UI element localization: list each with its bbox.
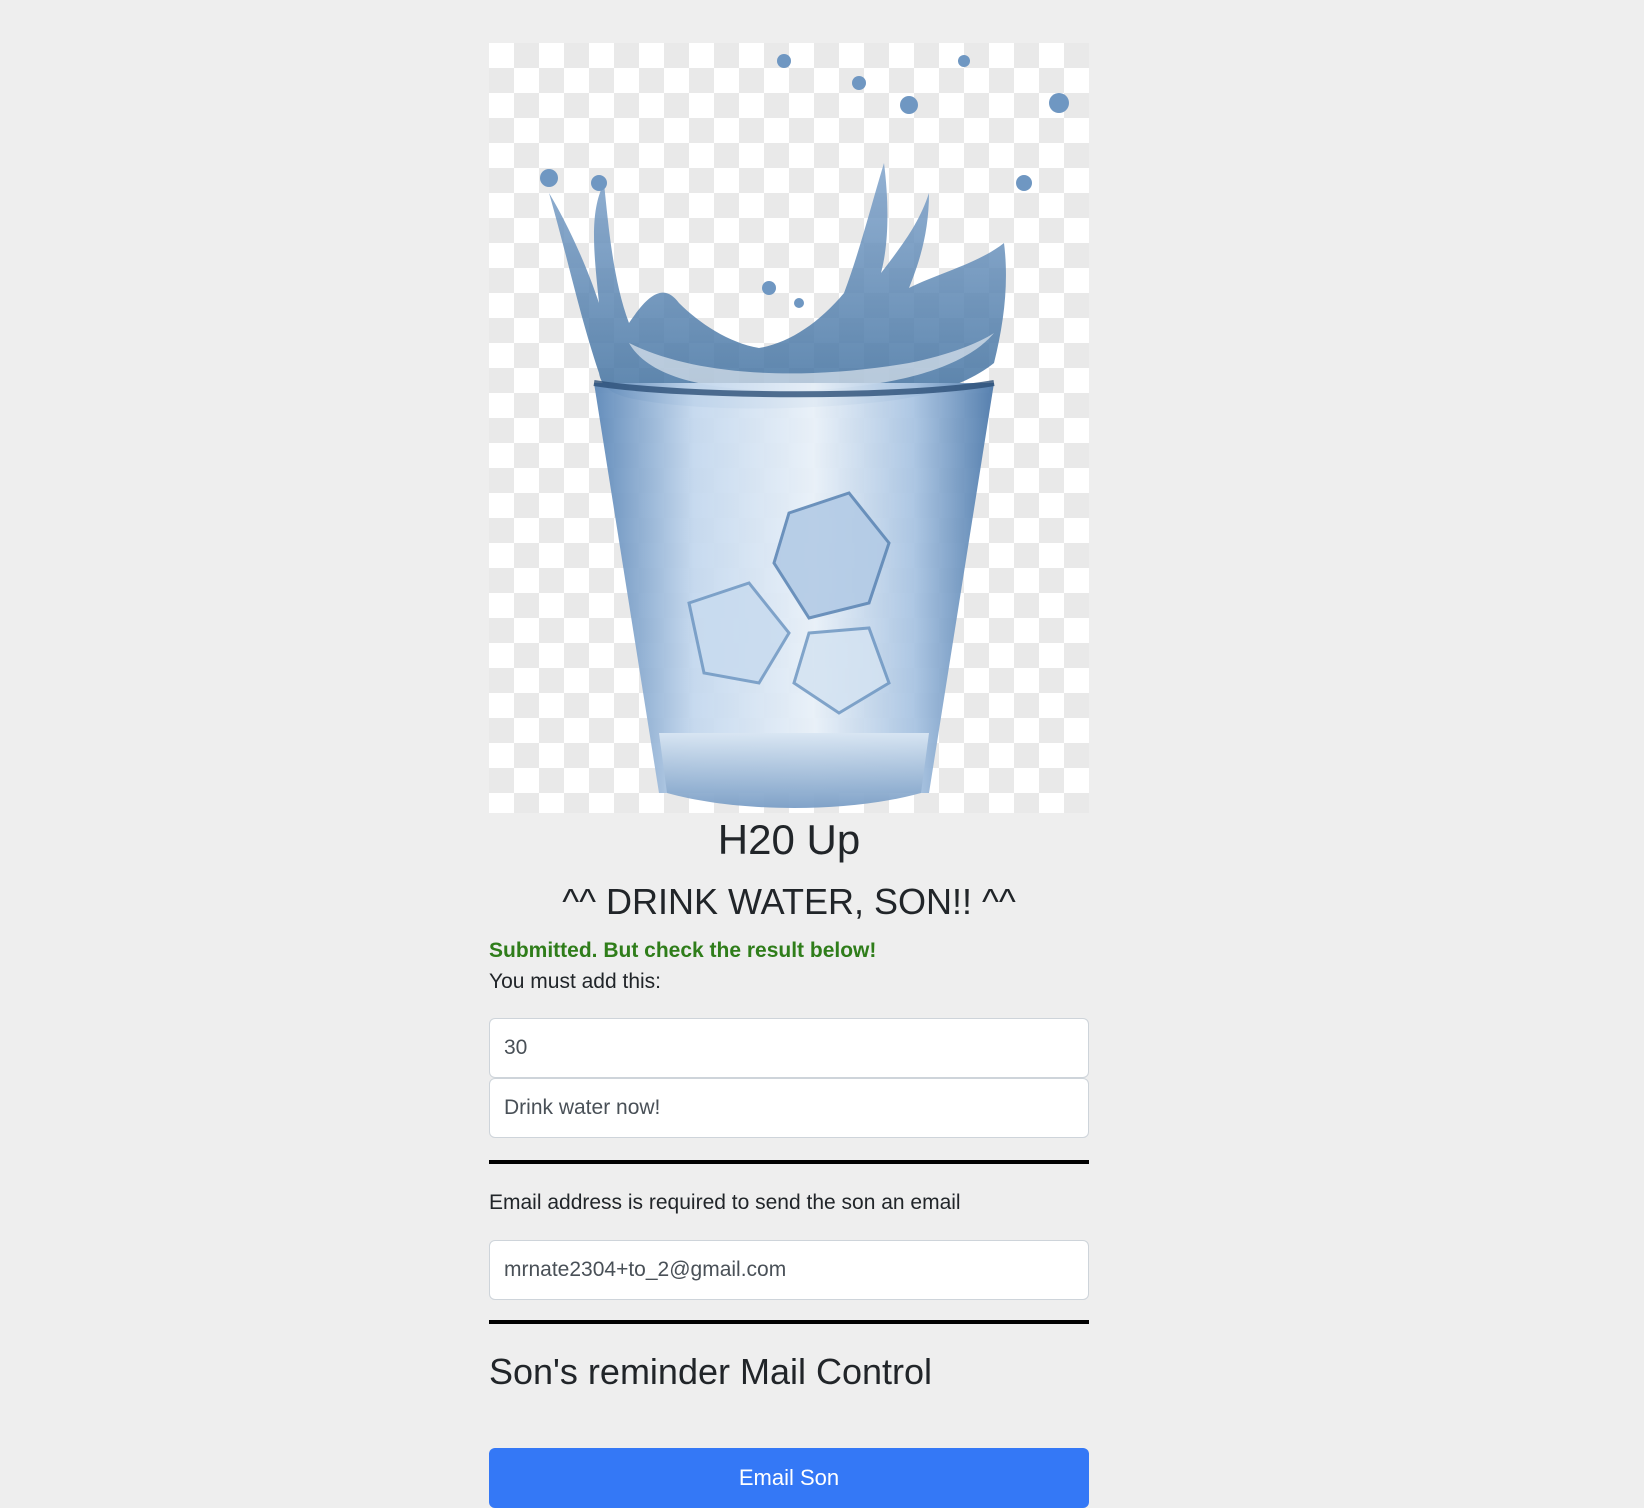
interval-input[interactable]	[489, 1018, 1089, 1078]
section-divider	[489, 1160, 1089, 1164]
email-required-hint: Email address is required to send the so…	[489, 1191, 961, 1214]
email-son-button[interactable]: Email Son	[489, 1448, 1089, 1508]
email-input[interactable]	[489, 1240, 1089, 1300]
water-glass-illustration	[540, 54, 1069, 808]
reminder-message-input[interactable]	[489, 1078, 1089, 1138]
submission-status-message: Submitted. But check the result below!	[489, 939, 877, 962]
app-title: H20 Up	[717, 816, 861, 863]
water-glass-image	[489, 43, 1089, 813]
section-divider	[489, 1320, 1089, 1324]
app-subtitle: ^^ DRINK WATER, SON!! ^^	[562, 881, 1016, 922]
reminder-form-hint: You must add this:	[489, 970, 661, 993]
mail-control-title: Son's reminder Mail Control	[489, 1351, 933, 1392]
